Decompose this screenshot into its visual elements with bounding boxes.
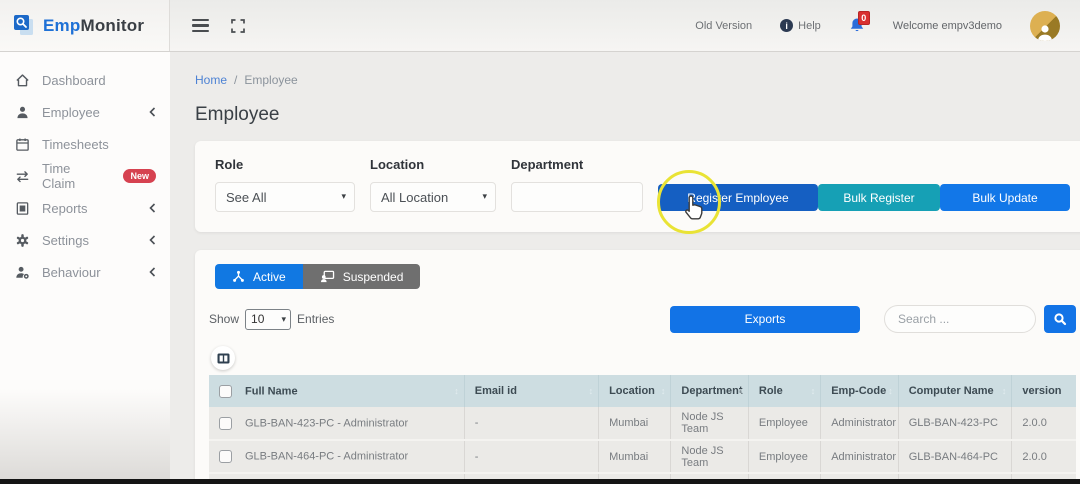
report-icon <box>14 201 30 216</box>
show-label: Show <box>209 312 240 326</box>
bulk-update-button[interactable]: Bulk Update <box>940 184 1070 211</box>
chevron-left-icon <box>149 107 156 117</box>
breadcrumb-current: Employee <box>244 73 298 87</box>
brand-text: EmpMonitor <box>43 15 145 35</box>
calendar-icon <box>14 137 30 152</box>
search-control <box>884 305 1076 333</box>
brand[interactable]: EmpMonitor <box>0 0 170 51</box>
show-entries-control: Show 10 ▾ Entries <box>209 308 335 330</box>
sort-icon[interactable]: ↕ <box>1002 386 1007 396</box>
employee-list-card: Active Suspended Show 10 ▾ Entries Expor… <box>195 250 1080 484</box>
empmonitor-logo-icon <box>13 14 36 37</box>
topbar: EmpMonitor Old Version i Help 0 Welcome … <box>0 0 1080 52</box>
sidebar-item-dashboard[interactable]: Dashboard <box>0 64 170 96</box>
sidebar: Dashboard Employee Timesheets Time Claim <box>0 52 170 484</box>
employee-table: Full Name ↕ Email id ↕ Location ↕ Departmen… <box>209 375 1076 484</box>
info-icon: i <box>780 19 794 32</box>
breadcrumb: Home / Employee <box>195 73 298 87</box>
table-row: GLB-BAN-464-PC - Administrator - Mumbai … <box>209 440 1076 474</box>
sidebar-item-behaviour[interactable]: Behaviour <box>0 256 170 288</box>
employee-action-buttons: Register Employee Bulk Register Bulk Upd… <box>658 184 1070 211</box>
sidebar-item-settings[interactable]: Settings <box>0 224 170 256</box>
video-letterbox <box>0 479 1080 484</box>
sidebar-item-time-claim[interactable]: Time Claim New <box>0 160 170 192</box>
tab-active[interactable]: Active <box>215 264 303 289</box>
sidebar-item-employee[interactable]: Employee <box>0 96 170 128</box>
fullscreen-icon[interactable] <box>231 18 245 33</box>
menu-icon[interactable] <box>192 18 209 33</box>
location-label: Location <box>370 157 425 172</box>
notification-badge: 0 <box>857 11 870 25</box>
sort-icon[interactable]: ↕ <box>589 386 594 396</box>
new-badge: New <box>123 169 156 183</box>
sort-icon[interactable]: ↕ <box>454 386 459 396</box>
page-title: Employee <box>195 104 280 125</box>
department-label: Department <box>511 157 584 172</box>
filter-card: Role See All ▾ Location All Location ▾ D… <box>195 141 1080 232</box>
role-select[interactable]: See All <box>215 182 355 212</box>
search-icon <box>1054 313 1067 326</box>
search-button[interactable] <box>1044 305 1076 333</box>
sidebar-item-timesheets[interactable]: Timesheets <box>0 128 170 160</box>
user-icon <box>14 105 30 120</box>
old-version-link[interactable]: Old Version <box>695 20 752 32</box>
register-employee-button[interactable]: Register Employee <box>658 184 818 211</box>
swap-arrows-icon <box>14 170 30 183</box>
row-checkbox[interactable] <box>219 450 232 463</box>
notifications-button[interactable]: 0 <box>849 11 870 34</box>
person-icon <box>1038 24 1052 41</box>
search-input[interactable] <box>884 305 1036 333</box>
chevron-left-icon <box>149 235 156 245</box>
monitor-user-icon <box>320 270 334 283</box>
location-select[interactable]: All Location <box>370 182 496 212</box>
user-gear-icon <box>14 265 30 280</box>
table-row: GLB-BAN-423-PC - Administrator - Mumbai … <box>209 407 1076 441</box>
gear-icon <box>14 233 30 248</box>
role-label: Role <box>215 157 244 172</box>
chevron-left-icon <box>149 267 156 277</box>
sort-icon[interactable]: ↕ <box>811 386 816 396</box>
entries-label: Entries <box>297 312 335 326</box>
tab-suspended[interactable]: Suspended <box>302 264 421 289</box>
location-filter-group: Location All Location ▾ <box>370 157 496 212</box>
select-all-checkbox[interactable] <box>219 384 232 398</box>
breadcrumb-home-link[interactable]: Home <box>195 73 227 87</box>
department-input[interactable] <box>511 182 643 212</box>
sidebar-item-reports[interactable]: Reports <box>0 192 170 224</box>
exports-button[interactable]: Exports <box>670 305 860 333</box>
columns-icon <box>217 353 229 363</box>
sort-icon[interactable]: ↕ <box>738 386 743 396</box>
help-link[interactable]: i Help <box>780 19 821 32</box>
chevron-left-icon <box>149 203 156 213</box>
status-tabs: Active Suspended <box>215 264 1076 289</box>
home-icon <box>14 73 30 88</box>
entries-per-page-select[interactable]: 10 <box>245 308 292 330</box>
department-filter-group: Department <box>511 157 643 212</box>
role-filter-group: Role See All ▾ <box>215 157 355 212</box>
welcome-text: Welcome empv3demo <box>892 19 1002 32</box>
network-icon <box>233 270 244 282</box>
sort-icon[interactable]: ↕ <box>661 386 666 396</box>
row-checkbox[interactable] <box>219 416 232 430</box>
avatar[interactable] <box>1030 10 1060 41</box>
column-visibility-button[interactable] <box>211 346 235 370</box>
bulk-register-button[interactable]: Bulk Register <box>818 184 940 211</box>
sort-icon[interactable]: ↕ <box>888 386 893 396</box>
table-header-row: Full Name ↕ Email id ↕ Location ↕ Departmen… <box>209 375 1076 407</box>
